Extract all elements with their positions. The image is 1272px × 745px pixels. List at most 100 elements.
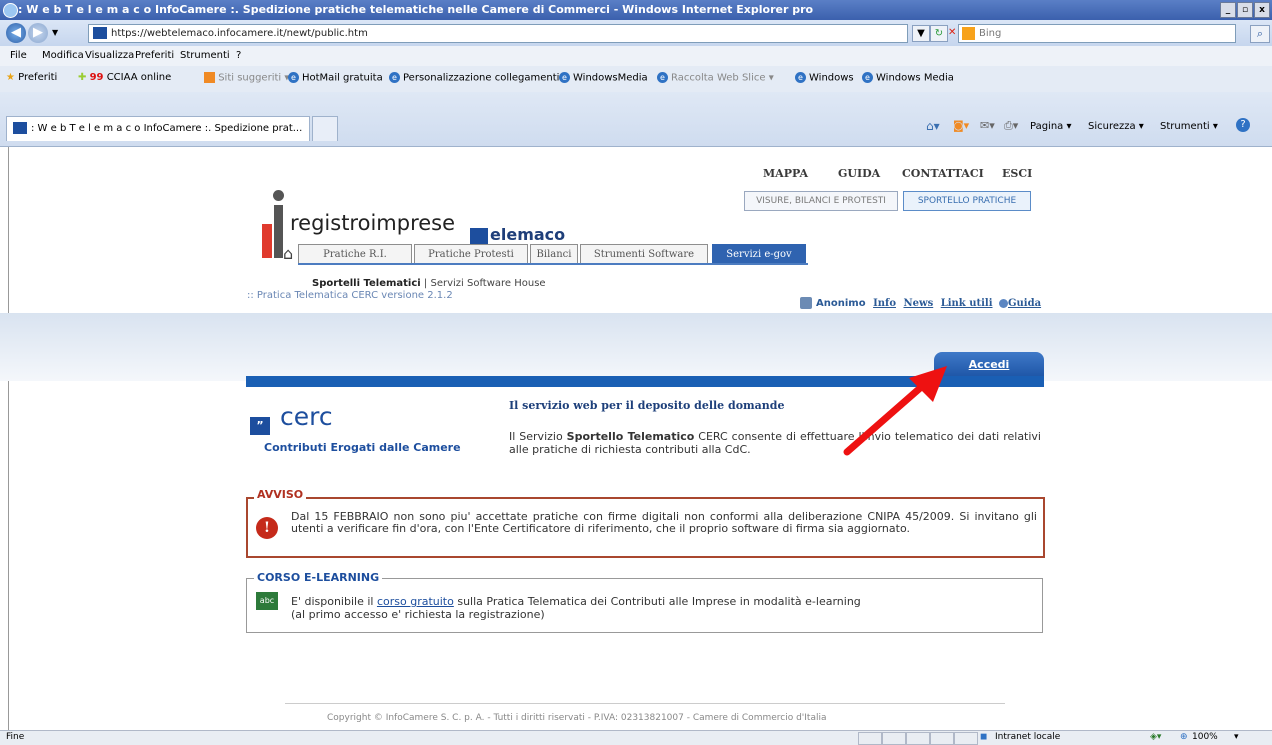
link-news[interactable]: News: [903, 298, 933, 309]
home-page-icon[interactable]: ⌂▾: [926, 119, 940, 133]
link-esci[interactable]: ESCI: [1002, 167, 1032, 180]
suggested-sites-icon: [204, 72, 215, 83]
menu-strumenti[interactable]: Strumenti: [180, 50, 230, 61]
fav-item-cciaa[interactable]: ✚ 99 CCIAA online: [78, 72, 171, 83]
help-icon[interactable]: ?: [1236, 118, 1250, 132]
favorites-bar: ★ Preferiti ✚ 99 CCIAA online Siti sugge…: [0, 66, 1272, 93]
link-mappa[interactable]: MAPPA: [763, 167, 808, 180]
tab-underline: [298, 263, 808, 265]
security-zone[interactable]: Intranet locale: [995, 732, 1060, 742]
link-contattaci[interactable]: CONTATTACI: [902, 167, 984, 180]
link-guida-util[interactable]: Guida: [1008, 298, 1041, 309]
fav-item-suggested[interactable]: Siti suggeriti ▾: [204, 72, 289, 84]
tab-bar: : W e b T e l e m a c o InfoCamere :. Sp…: [0, 92, 1272, 147]
telemaco-logo-icon: [470, 228, 488, 244]
tab-favicon: [13, 122, 27, 134]
fav-item-hotmail[interactable]: e HotMail gratuita: [288, 72, 383, 84]
header-band: [0, 313, 1272, 381]
ie-page-icon: e: [559, 72, 570, 83]
favorites-label: Preferiti: [18, 72, 58, 83]
url-text: https://webtelemaco.infocamere.it/newt/p…: [111, 28, 368, 39]
fav-item-windows[interactable]: e Windows: [795, 72, 854, 84]
logo-grey-bar: [274, 205, 283, 258]
corso-gratuito-link[interactable]: corso gratuito: [377, 595, 454, 608]
sub-sportelli[interactable]: Sportelli Telematici: [312, 278, 421, 289]
status-pane: [906, 732, 930, 745]
menu-modifica[interactable]: Modifica: [42, 50, 84, 61]
fav-item-webslice[interactable]: e Raccolta Web Slice ▾: [657, 72, 774, 84]
favorites-button[interactable]: ★ Preferiti: [6, 72, 57, 83]
history-dropdown-icon[interactable]: ▼: [52, 28, 58, 37]
browser-tab[interactable]: : W e b T e l e m a c o InfoCamere :. Sp…: [6, 116, 310, 141]
tab-servizi-egov[interactable]: Servizi e-gov: [712, 244, 806, 265]
status-pane: [954, 732, 978, 745]
user-name: Anonimo: [816, 298, 866, 309]
avviso-text: Dal 15 FEBBRAIO non sono piu' accettate …: [291, 510, 1037, 535]
mail-icon[interactable]: ✉▾: [980, 119, 995, 132]
ie-icon: [3, 3, 18, 18]
warning-icon: !: [256, 517, 278, 539]
menu-strumenti-cmd[interactable]: Strumenti ▾: [1160, 121, 1218, 132]
stop-icon[interactable]: ✕: [948, 25, 956, 40]
fav-label: WindowsMedia: [573, 72, 648, 84]
sub-software-house[interactable]: Servizi Software House: [430, 278, 545, 289]
fav-label: Siti suggeriti ▾: [218, 72, 290, 84]
zoom-dropdown-icon[interactable]: ▾: [1234, 732, 1239, 742]
status-bar: Fine ◼ Intranet locale ◈▾ ⊕ 100% ▾: [0, 730, 1272, 745]
maximize-button[interactable]: ▫: [1237, 2, 1253, 18]
url-input[interactable]: https://webtelemaco.infocamere.it/newt/p…: [88, 24, 908, 43]
star-icon: ★: [6, 72, 15, 83]
ie-page-icon: e: [795, 72, 806, 83]
status-pane: [930, 732, 954, 745]
logo-dot: [273, 190, 284, 201]
window-title: : W e b T e l e m a c o InfoCamere :. Sp…: [18, 3, 814, 16]
link-info[interactable]: Info: [873, 298, 896, 309]
corso-text-line2: (al primo accesso e' richiesta la regist…: [291, 608, 545, 621]
corso-text-pre: E' disponibile il: [291, 595, 377, 608]
ie-page-icon: e: [862, 72, 873, 83]
blackboard-icon: abc: [256, 592, 278, 610]
status-text: Fine: [6, 732, 25, 742]
menu-file[interactable]: File: [10, 50, 27, 61]
button-sportello-pratiche[interactable]: SPORTELLO PRATICHE: [903, 191, 1031, 211]
tab-pratiche-ri[interactable]: Pratiche R.I.: [298, 244, 412, 265]
footer-divider: [285, 703, 1005, 704]
forward-icon[interactable]: ▶: [28, 23, 48, 43]
tab-pratiche-protesti[interactable]: Pratiche Protesti: [414, 244, 528, 265]
minimize-button[interactable]: _: [1220, 2, 1236, 18]
url-dropdown-icon[interactable]: ▼: [912, 25, 930, 42]
menu-sicurezza[interactable]: Sicurezza ▾: [1088, 121, 1144, 132]
protected-mode-icon[interactable]: ◈▾: [1150, 732, 1161, 742]
menu-pagina[interactable]: Pagina ▾: [1030, 121, 1072, 132]
fav-item-personalizzazione[interactable]: e Personalizzazione collegamenti: [389, 72, 559, 84]
fav-item-windowsmedia[interactable]: e WindowsMedia: [559, 72, 648, 84]
tab-strumenti-software[interactable]: Strumenti Software: [580, 244, 708, 265]
fav-label: Windows Media: [876, 72, 954, 84]
menu-preferiti[interactable]: Preferiti: [135, 50, 174, 61]
refresh-icon[interactable]: ↻: [930, 25, 948, 42]
corso-text: E' disponibile il corso gratuito sulla P…: [291, 595, 861, 621]
ie-page-icon: e: [389, 72, 400, 83]
add-favorite-icon: ✚: [78, 72, 87, 83]
link-utili[interactable]: Link utili: [941, 298, 993, 309]
back-icon[interactable]: ◀: [6, 23, 26, 43]
search-icon[interactable]: ⌕: [1250, 25, 1270, 43]
fav-label: Personalizzazione collegamenti: [403, 72, 560, 84]
link-guida[interactable]: GUIDA: [838, 167, 880, 180]
search-input[interactable]: Bing: [958, 24, 1236, 43]
cciaa-icon: 99: [89, 72, 104, 83]
site-favicon: [93, 27, 107, 39]
registroimprese-logo[interactable]: registroimprese: [290, 211, 455, 235]
menu-help[interactable]: ?: [236, 50, 241, 61]
tab-bilanci[interactable]: Bilanci: [530, 244, 578, 265]
button-visure[interactable]: VISURE, BILANCI E PROTESTI: [744, 191, 898, 211]
print-icon[interactable]: ⎙▾: [1004, 119, 1018, 133]
close-window-button[interactable]: x: [1254, 2, 1270, 18]
cerc-quote-icon: ”: [250, 417, 270, 435]
menu-visualizza[interactable]: Visualizza: [85, 50, 134, 61]
feeds-icon[interactable]: ◙▾: [953, 119, 969, 132]
zoom-level[interactable]: 100%: [1192, 732, 1218, 742]
fav-item-windows-media[interactable]: e Windows Media: [862, 72, 954, 84]
home-icon[interactable]: ⌂: [283, 244, 293, 263]
new-tab-button[interactable]: [312, 116, 338, 141]
